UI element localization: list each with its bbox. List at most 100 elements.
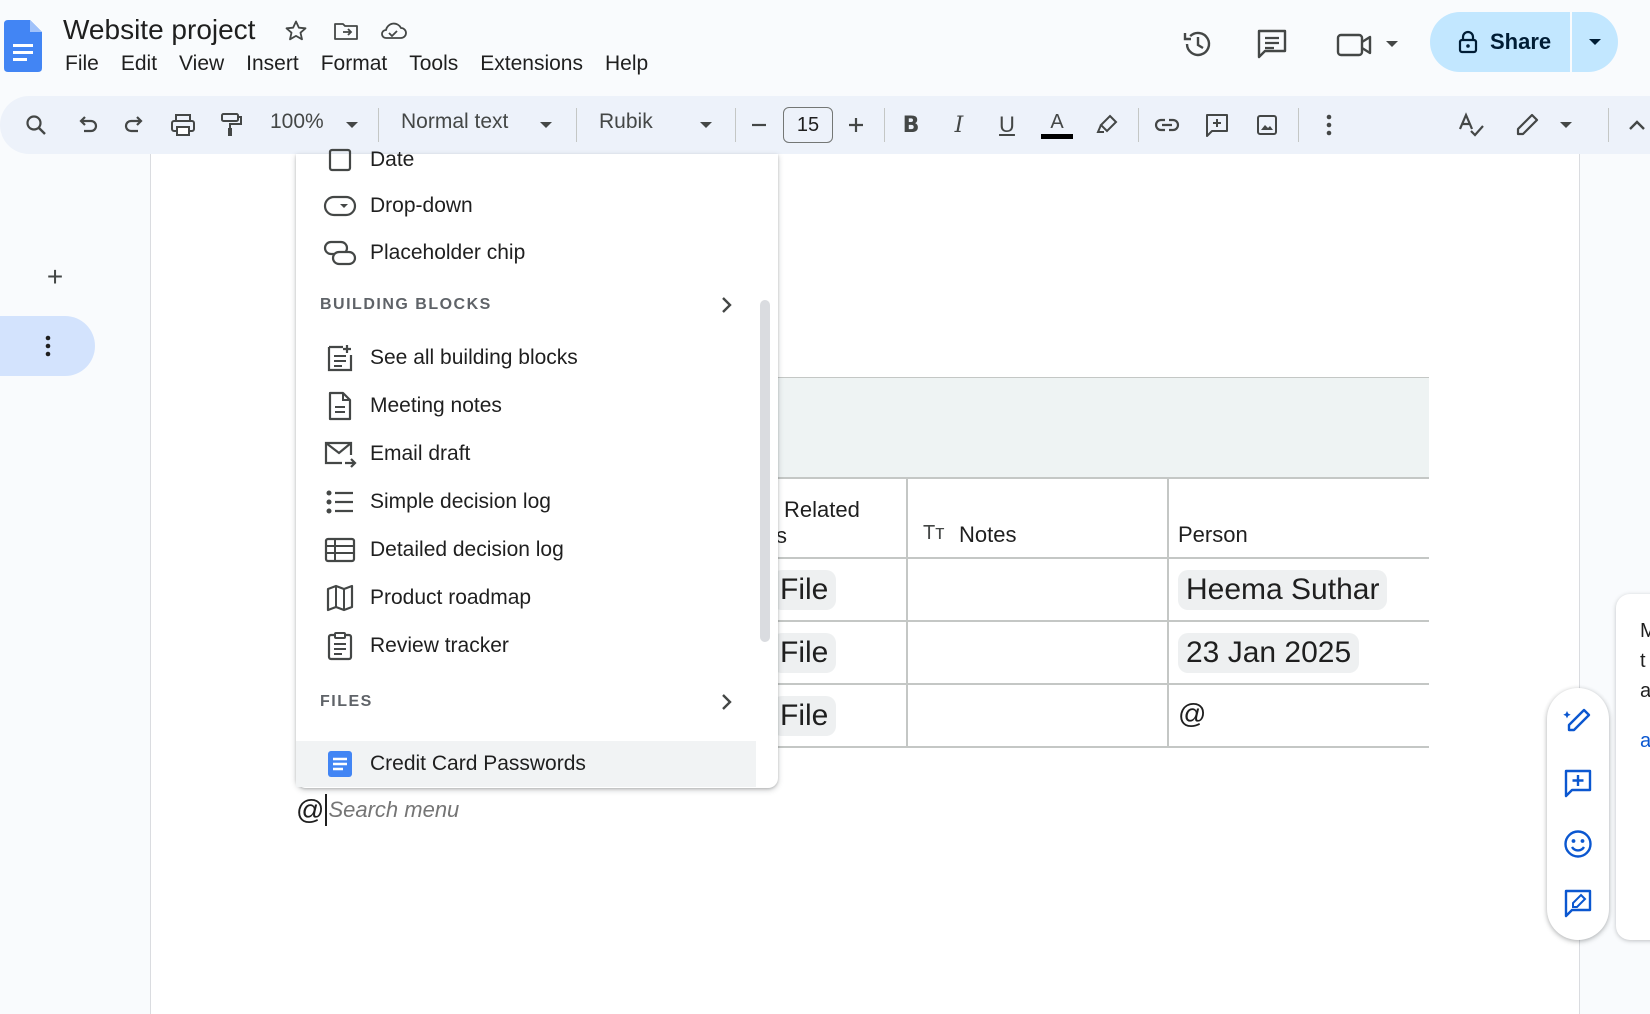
text-color-button[interactable]: A bbox=[1038, 106, 1076, 144]
menu-help[interactable]: Help bbox=[594, 52, 659, 76]
at-sign-trigger: @ bbox=[296, 794, 325, 825]
redo-icon[interactable] bbox=[116, 106, 154, 144]
menu-item-meeting-notes[interactable]: Meeting notes bbox=[320, 386, 760, 426]
map-icon bbox=[320, 578, 360, 618]
chevron-right-icon[interactable] bbox=[712, 687, 742, 717]
add-comment-icon[interactable] bbox=[1560, 765, 1596, 801]
spellcheck-icon[interactable] bbox=[1452, 106, 1490, 144]
side-panel-text: t bbox=[1640, 650, 1646, 672]
mention-trigger-cell[interactable]: @ bbox=[1178, 698, 1206, 730]
side-panel-link[interactable]: a bbox=[1640, 730, 1650, 753]
add-doc-icon bbox=[320, 338, 360, 378]
share-button[interactable]: Share bbox=[1430, 12, 1570, 72]
paint-format-icon[interactable] bbox=[212, 106, 250, 144]
table-border bbox=[740, 746, 1429, 748]
column-header-related[interactable]: Related bbox=[784, 497, 860, 523]
docs-file-icon bbox=[320, 744, 360, 784]
highlighter-icon[interactable] bbox=[1088, 106, 1126, 144]
meet-icon[interactable] bbox=[1334, 22, 1406, 66]
docs-logo-icon[interactable] bbox=[4, 20, 42, 72]
bold-button[interactable]: B bbox=[892, 106, 930, 144]
suggest-edits-icon[interactable] bbox=[1560, 885, 1596, 921]
italic-button[interactable]: I bbox=[940, 106, 978, 144]
more-options-icon[interactable] bbox=[1310, 106, 1348, 144]
menu-bar: File Edit View Insert Format Tools Exten… bbox=[54, 52, 659, 76]
dropdown-chip-icon bbox=[320, 186, 360, 226]
menu-scrollbar[interactable] bbox=[760, 300, 770, 642]
table-border bbox=[906, 477, 908, 747]
file-chip[interactable]: File bbox=[772, 633, 837, 673]
date-chip[interactable]: 23 Jan 2025 bbox=[1178, 633, 1360, 673]
menu-item-drop-down[interactable]: Drop-down bbox=[320, 186, 760, 226]
menu-tools[interactable]: Tools bbox=[398, 52, 469, 76]
font-size-input[interactable]: 15 bbox=[783, 107, 833, 143]
increase-font-size-icon[interactable] bbox=[837, 106, 875, 144]
move-folder-icon[interactable] bbox=[331, 16, 361, 46]
column-header-person[interactable]: Person bbox=[1178, 522, 1248, 548]
table-border bbox=[740, 477, 1429, 479]
clipboard-icon bbox=[320, 626, 360, 666]
section-heading-building-blocks: BUILDING BLOCKS bbox=[320, 296, 492, 313]
table-border bbox=[740, 683, 1429, 685]
file-chip[interactable]: File bbox=[772, 570, 837, 610]
tab-options-button[interactable] bbox=[0, 316, 95, 376]
menu-item-email-draft[interactable]: Email draft bbox=[320, 434, 760, 474]
search-menu-field[interactable]: @ Search menu bbox=[296, 794, 459, 826]
menu-item-label: Meeting notes bbox=[370, 394, 502, 417]
text-color-swatch bbox=[1041, 133, 1073, 139]
print-icon[interactable] bbox=[164, 106, 202, 144]
paragraph-style-select[interactable]: Normal text bbox=[401, 110, 508, 134]
menu-format[interactable]: Format bbox=[310, 52, 399, 76]
version-history-icon[interactable] bbox=[1176, 22, 1220, 66]
search-icon[interactable] bbox=[17, 106, 55, 144]
emoji-reaction-icon[interactable] bbox=[1560, 826, 1596, 862]
font-chevron-down-icon[interactable] bbox=[687, 106, 725, 144]
menu-item-label: Detailed decision log bbox=[370, 538, 564, 561]
add-tab-icon[interactable]: + bbox=[40, 261, 70, 292]
file-chip[interactable]: File bbox=[772, 696, 837, 736]
link-icon[interactable] bbox=[1148, 106, 1186, 144]
text-type-icon: Tт bbox=[923, 522, 945, 544]
column-header-notes[interactable]: Notes bbox=[959, 522, 1016, 548]
toolbar-divider bbox=[884, 108, 885, 142]
search-menu-placeholder: Search menu bbox=[328, 797, 460, 822]
help-me-write-icon[interactable] bbox=[1560, 703, 1596, 739]
menu-item-product-roadmap[interactable]: Product roadmap bbox=[320, 578, 760, 618]
side-panel[interactable] bbox=[1616, 594, 1650, 940]
list-icon bbox=[320, 482, 360, 522]
comments-icon[interactable] bbox=[1250, 22, 1294, 66]
menu-file[interactable]: File bbox=[54, 52, 110, 76]
person-chip[interactable]: Heema Suthar bbox=[1178, 570, 1388, 610]
menu-extensions[interactable]: Extensions bbox=[469, 52, 594, 76]
placeholder-chip-icon bbox=[320, 233, 360, 273]
document-icon bbox=[320, 386, 360, 426]
text-cursor bbox=[325, 794, 328, 826]
underline-button[interactable]: U bbox=[988, 106, 1026, 144]
undo-icon[interactable] bbox=[68, 106, 106, 144]
menu-insert[interactable]: Insert bbox=[235, 52, 310, 76]
font-select[interactable]: Rubik bbox=[599, 110, 653, 134]
menu-edit[interactable]: Edit bbox=[110, 52, 168, 76]
menu-item-detailed-decision-log[interactable]: Detailed decision log bbox=[320, 530, 760, 570]
insert-image-icon[interactable] bbox=[1248, 106, 1286, 144]
menu-item-date[interactable]: Date bbox=[320, 140, 760, 180]
cloud-saved-icon[interactable] bbox=[378, 16, 408, 46]
menu-item-credit-card-passwords[interactable]: Credit Card Passwords bbox=[320, 744, 760, 784]
style-chevron-down-icon[interactable] bbox=[527, 106, 565, 144]
star-icon[interactable] bbox=[281, 16, 311, 46]
toolbar-divider bbox=[378, 108, 379, 142]
chevron-right-icon[interactable] bbox=[712, 290, 742, 320]
menu-view[interactable]: View bbox=[168, 52, 235, 76]
decrease-font-size-icon[interactable] bbox=[740, 106, 778, 144]
menu-item-placeholder-chip[interactable]: Placeholder chip bbox=[320, 233, 760, 273]
add-comment-icon[interactable] bbox=[1198, 106, 1236, 144]
zoom-select[interactable]: 100% bbox=[270, 110, 324, 134]
collapse-toolbar-icon[interactable] bbox=[1618, 106, 1650, 144]
zoom-chevron-down-icon[interactable] bbox=[333, 106, 371, 144]
toolbar-divider bbox=[1138, 108, 1139, 142]
editing-mode-icon[interactable] bbox=[1512, 106, 1582, 144]
menu-item-review-tracker[interactable]: Review tracker bbox=[320, 626, 760, 666]
document-title[interactable]: Website project bbox=[63, 14, 255, 46]
menu-item-simple-decision-log[interactable]: Simple decision log bbox=[320, 482, 760, 522]
menu-item-see-all-building-blocks[interactable]: See all building blocks bbox=[320, 338, 760, 378]
